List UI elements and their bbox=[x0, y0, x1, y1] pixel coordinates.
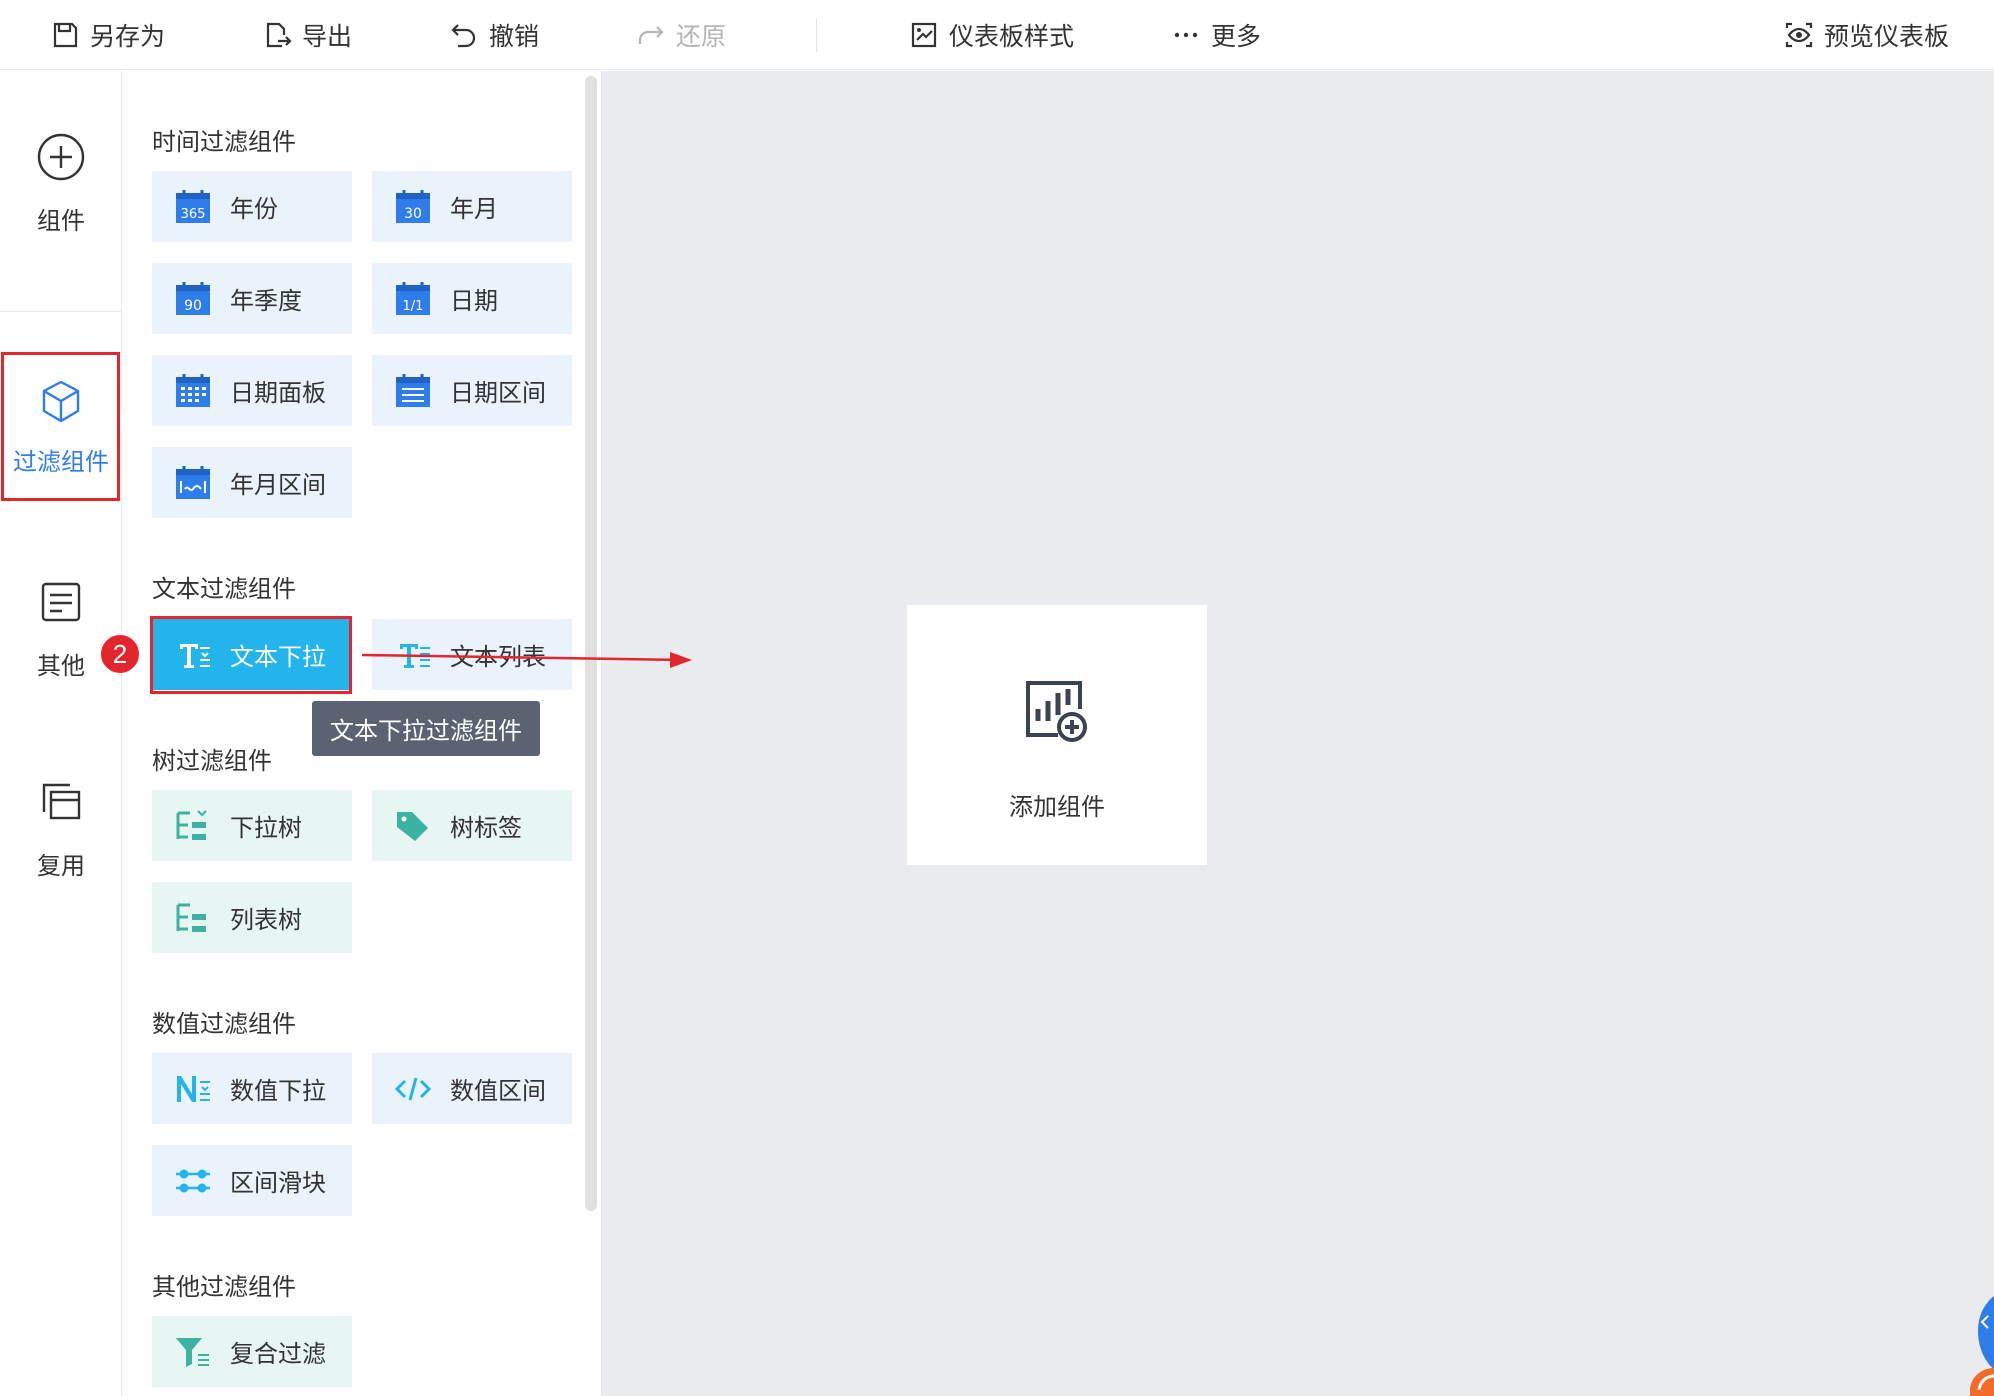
export-icon bbox=[266, 22, 292, 48]
calendar-90-text: 90 bbox=[184, 298, 202, 314]
calendar-365-icon: 365 bbox=[176, 189, 210, 223]
panel-scrollbar[interactable] bbox=[585, 76, 597, 1211]
section-title-number: 数值过滤组件 bbox=[152, 1011, 296, 1038]
calendar-date-text: 1/1 bbox=[403, 299, 424, 314]
tag-icon bbox=[397, 811, 428, 841]
tile-number-dropdown[interactable]: 数值下拉 bbox=[152, 1053, 352, 1124]
toolbar-divider bbox=[816, 18, 817, 52]
redo-icon bbox=[638, 26, 664, 44]
tile-label: 列表树 bbox=[230, 907, 302, 934]
preview-eye-icon bbox=[1785, 22, 1813, 48]
more-label: 更多 bbox=[1211, 23, 1262, 51]
tile-year-month-range[interactable]: 年月区间 bbox=[152, 447, 352, 518]
tile-date-panel[interactable]: 日期面板 bbox=[152, 355, 352, 426]
tile-label: 数值区间 bbox=[450, 1078, 546, 1105]
calendar-30-text: 30 bbox=[404, 206, 422, 222]
number-dropdown-icon bbox=[177, 1075, 210, 1102]
tile-dropdown-tree[interactable]: 下拉树 bbox=[152, 790, 352, 861]
section-title-tree: 树过滤组件 bbox=[152, 748, 272, 775]
tile-label: 年月 bbox=[450, 196, 498, 223]
tile-range-slider[interactable]: 区间滑块 bbox=[152, 1145, 352, 1216]
add-component-card[interactable]: 添加组件 bbox=[907, 605, 1207, 865]
slider-icon bbox=[176, 1169, 210, 1192]
preview-dashboard-button[interactable]: 预览仪表板 bbox=[1784, 0, 1949, 70]
tile-label: 复合过滤 bbox=[230, 1341, 326, 1368]
tile-date-range[interactable]: 日期区间 bbox=[372, 355, 572, 426]
calendar-365-text: 365 bbox=[181, 207, 206, 222]
copy-icon bbox=[42, 783, 81, 820]
tile-composite-filter[interactable]: 复合过滤 bbox=[152, 1316, 352, 1387]
plus-circle-icon bbox=[37, 133, 85, 181]
save-as-label: 另存为 bbox=[90, 23, 166, 51]
dashboard-canvas[interactable] bbox=[602, 71, 1994, 1396]
undo-button[interactable]: 撤销 bbox=[449, 0, 539, 70]
tile-label: 数值下拉 bbox=[230, 1078, 326, 1105]
tree-dropdown-icon bbox=[176, 809, 207, 840]
calendar-grid-icon bbox=[176, 373, 210, 407]
highlight-box-rail bbox=[1, 352, 120, 501]
rail-divider bbox=[0, 311, 121, 312]
tile-label: 下拉树 bbox=[230, 815, 302, 842]
section-title-text: 文本过滤组件 bbox=[152, 576, 296, 603]
undo-icon bbox=[451, 24, 476, 48]
redo-button[interactable]: 还原 bbox=[636, 0, 726, 70]
tile-label: 年月区间 bbox=[230, 472, 326, 499]
rail-item-components[interactable]: 组件 bbox=[0, 131, 122, 236]
floating-assistant-icon[interactable] bbox=[1944, 1276, 1994, 1396]
tree-list-icon bbox=[176, 903, 206, 932]
tile-year-quarter[interactable]: 90 年季度 bbox=[152, 263, 352, 334]
export-label: 导出 bbox=[302, 23, 353, 51]
undo-label: 撤销 bbox=[489, 23, 540, 51]
section-title-other: 其他过滤组件 bbox=[152, 1274, 296, 1301]
document-icon bbox=[41, 582, 81, 622]
tile-number-range[interactable]: 数值区间 bbox=[372, 1053, 572, 1124]
more-button[interactable]: 更多 bbox=[1171, 0, 1261, 70]
tile-date[interactable]: 1/1 日期 bbox=[372, 263, 572, 334]
tile-tree-tag[interactable]: 树标签 bbox=[372, 790, 572, 861]
left-rail: 组件 过滤组件 其他 复用 bbox=[0, 71, 122, 1396]
rail-label-reuse: 复用 bbox=[37, 853, 85, 880]
toolbar: 另存为 导出 撤销 还原 仪表板样式 更多 预览仪表板 bbox=[0, 0, 1994, 70]
rail-label-other: 其他 bbox=[37, 653, 85, 680]
rail-label-components: 组件 bbox=[37, 208, 85, 235]
calendar-range-icon bbox=[396, 373, 430, 407]
funnel-icon bbox=[176, 1337, 209, 1367]
redo-label: 还原 bbox=[676, 23, 727, 51]
rail-item-reuse[interactable]: 复用 bbox=[0, 776, 122, 881]
dashboard-style-button[interactable]: 仪表板样式 bbox=[909, 0, 1074, 70]
tile-label: 日期面板 bbox=[230, 380, 326, 407]
tile-year[interactable]: 365 年份 bbox=[152, 171, 352, 242]
tile-year-month[interactable]: 30 年月 bbox=[372, 171, 572, 242]
tile-label: 年季度 bbox=[230, 288, 302, 315]
step-badge-2: 2 bbox=[99, 633, 141, 675]
tile-label: 树标签 bbox=[450, 815, 522, 842]
tile-label: 日期区间 bbox=[450, 380, 546, 407]
preview-label: 预览仪表板 bbox=[1824, 23, 1950, 51]
add-component-label: 添加组件 bbox=[1009, 794, 1105, 821]
palette-icon bbox=[911, 22, 937, 48]
more-icon bbox=[1174, 32, 1198, 38]
tile-label: 日期 bbox=[450, 288, 498, 315]
drag-arrow-annotation bbox=[361, 652, 692, 668]
save-icon bbox=[53, 22, 78, 48]
section-title-time: 时间过滤组件 bbox=[152, 129, 296, 156]
calendar-date-icon: 1/1 bbox=[396, 281, 430, 315]
tooltip-text-dropdown: 文本下拉过滤组件 bbox=[312, 701, 540, 756]
save-as-button[interactable]: 另存为 bbox=[50, 0, 165, 70]
highlight-box-text-dropdown bbox=[150, 616, 352, 694]
add-chart-icon bbox=[1026, 681, 1087, 742]
calendar-90-icon: 90 bbox=[176, 281, 210, 315]
dashboard-style-label: 仪表板样式 bbox=[949, 23, 1075, 51]
tile-label: 区间滑块 bbox=[230, 1170, 326, 1197]
export-button[interactable]: 导出 bbox=[262, 0, 352, 70]
tile-label: 年份 bbox=[230, 196, 278, 223]
code-brackets-icon bbox=[394, 1077, 432, 1100]
tile-list-tree[interactable]: 列表树 bbox=[152, 882, 352, 953]
calendar-wave-icon bbox=[176, 465, 210, 499]
calendar-30-icon: 30 bbox=[396, 189, 430, 223]
